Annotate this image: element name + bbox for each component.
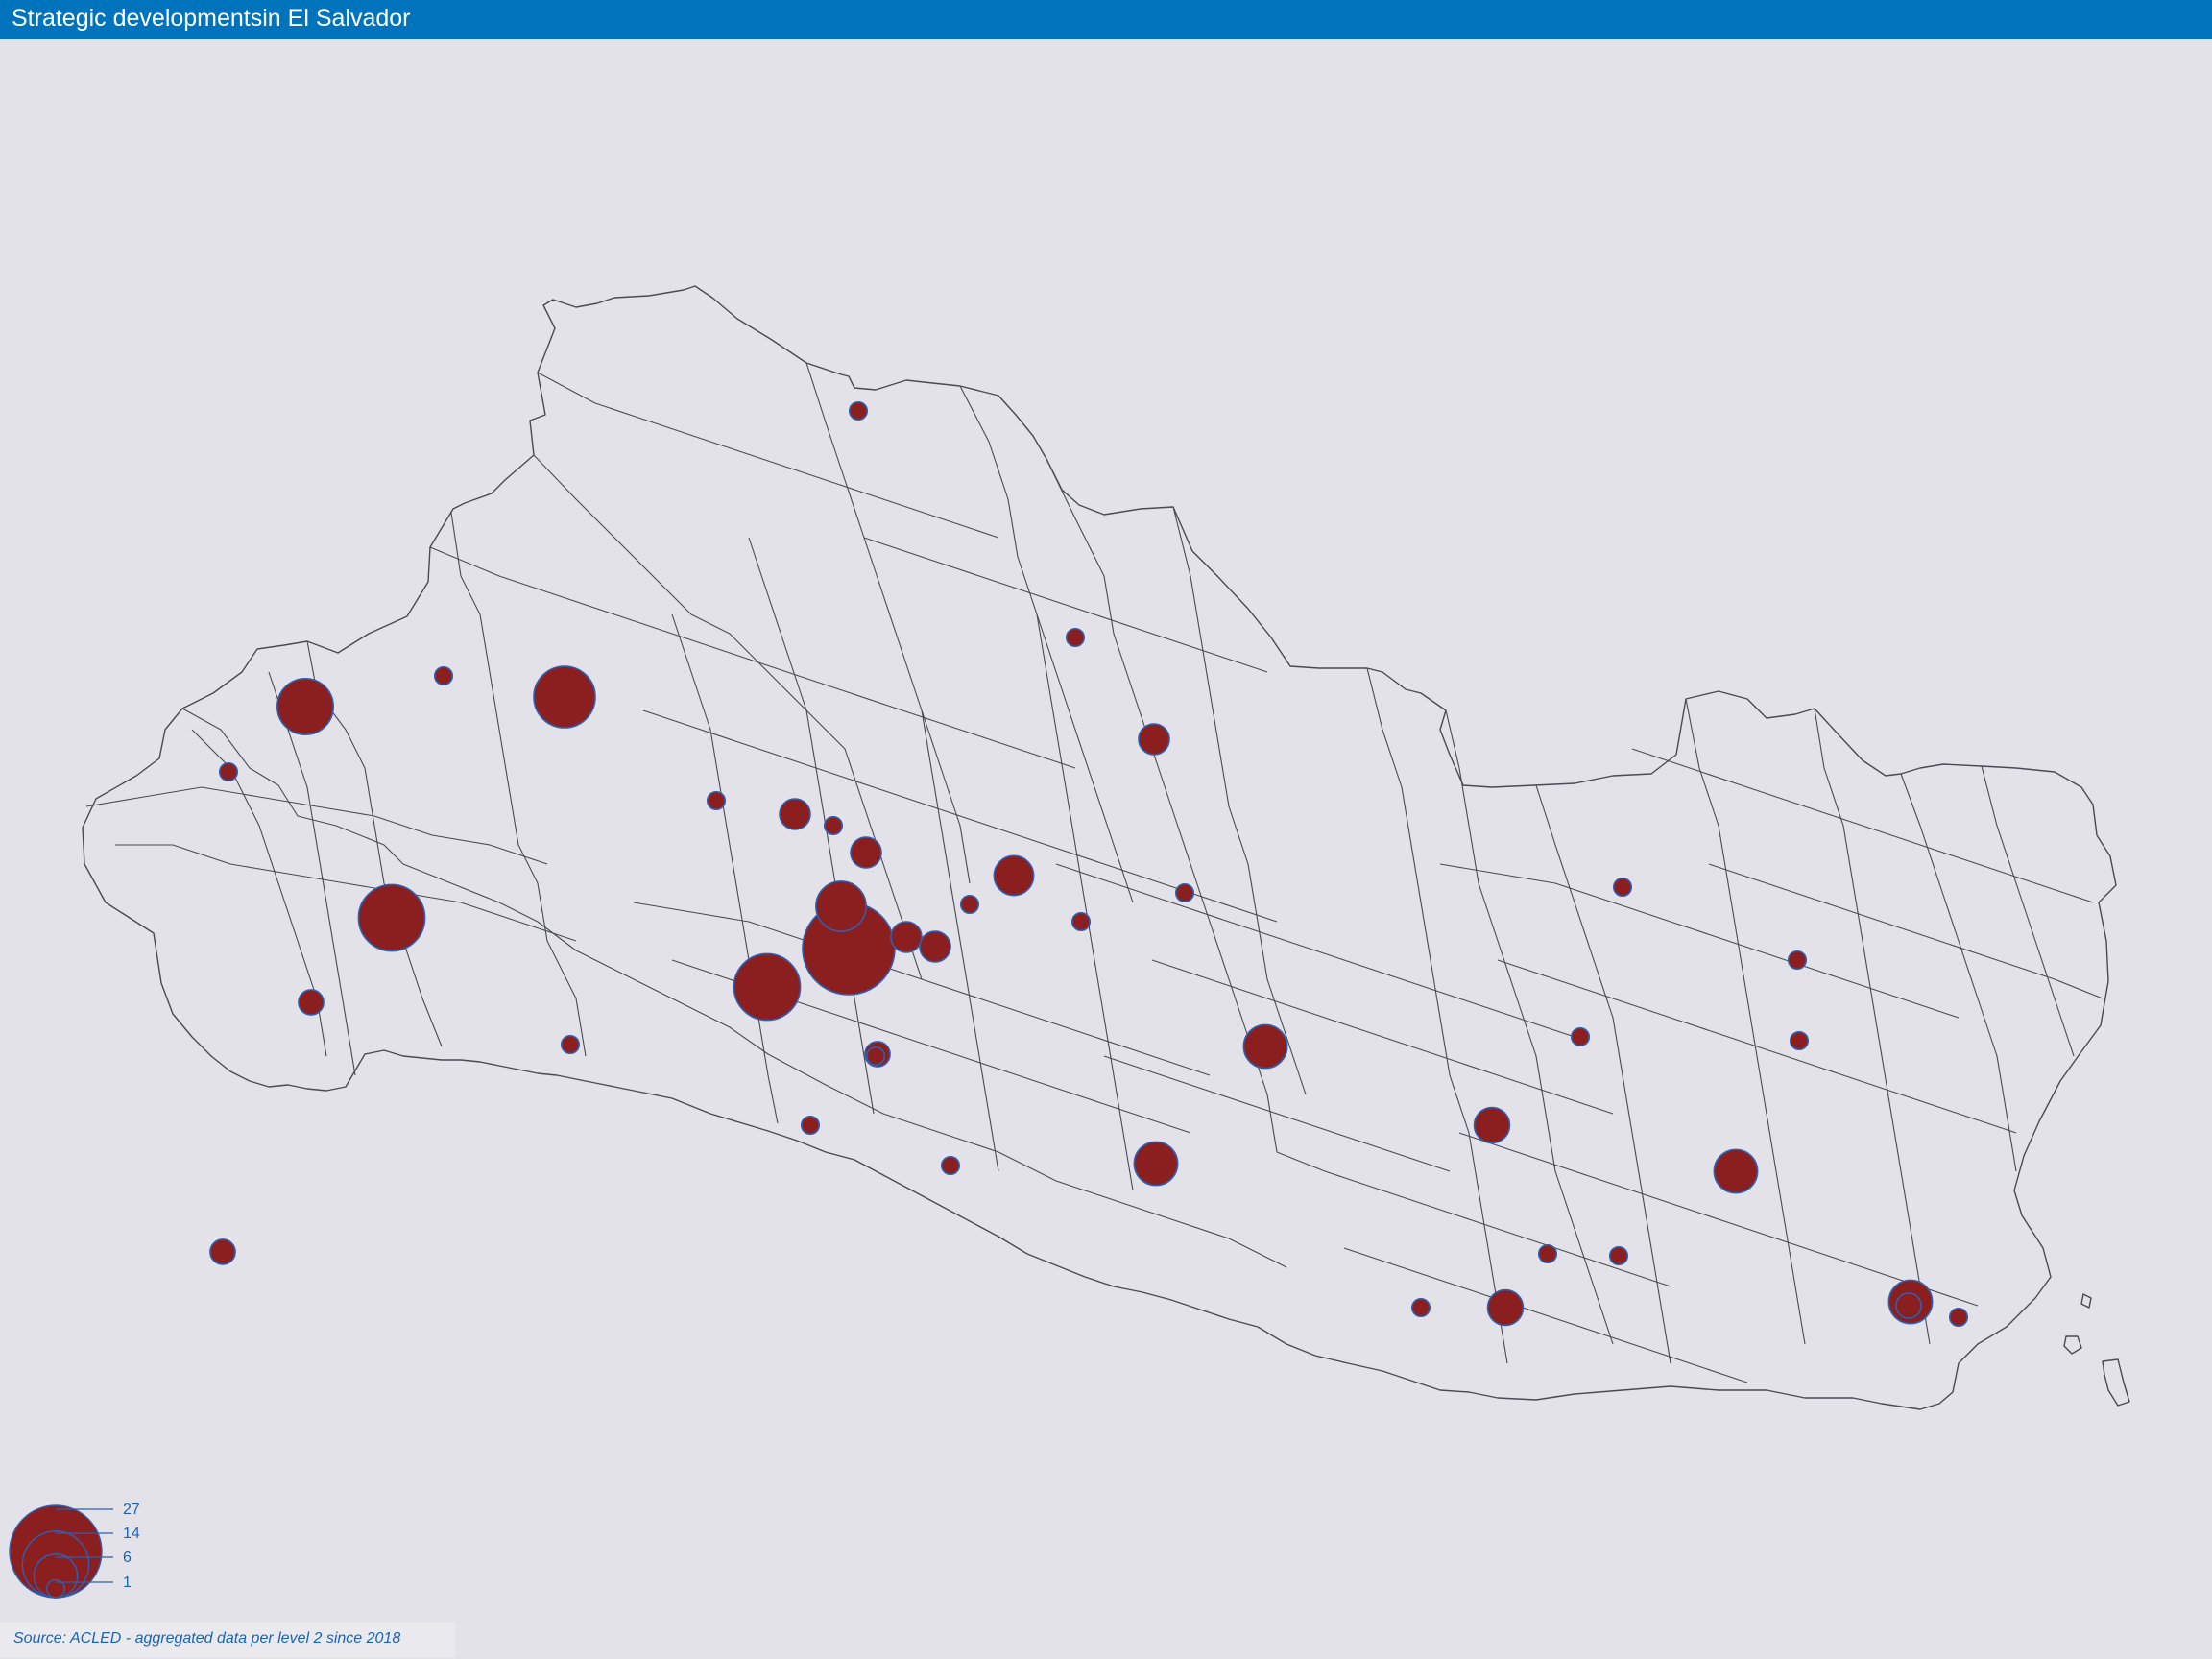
- event-bubble: [1948, 1307, 1969, 1328]
- event-bubble: [1787, 950, 1808, 971]
- island: [2080, 1293, 2092, 1309]
- event-bubble: [1895, 1292, 1922, 1319]
- event-bubble: [815, 880, 867, 932]
- legend-label: 27: [123, 1502, 140, 1518]
- event-bubble: [850, 836, 882, 869]
- event-bubble: [357, 883, 426, 952]
- legend-label: 14: [123, 1526, 140, 1542]
- event-bubble: [533, 665, 596, 729]
- event-bubble: [940, 1155, 961, 1176]
- event-bubble: [560, 1034, 581, 1055]
- island: [2102, 1358, 2130, 1407]
- event-bubble: [1070, 911, 1092, 932]
- event-bubble: [1133, 1141, 1179, 1187]
- event-bubble: [1486, 1288, 1525, 1327]
- event-bubble: [779, 798, 811, 830]
- source-note: Source: ACLED - aggregated data per leve…: [13, 1630, 401, 1647]
- event-bubble: [1789, 1030, 1810, 1051]
- legend-circle: [9, 1504, 103, 1599]
- map-canvas: 27 14 6 1: [9, 285, 2130, 1599]
- event-bubble: [1174, 882, 1195, 903]
- event-bubble: [823, 815, 844, 836]
- municipality-borders: [85, 362, 2104, 1383]
- event-bubble: [1138, 723, 1170, 756]
- event-bubble: [1410, 1297, 1431, 1318]
- event-bubbles: [209, 400, 1969, 1328]
- event-bubble: [890, 921, 923, 953]
- legend-label: 6: [123, 1550, 132, 1566]
- event-bubble: [298, 989, 325, 1016]
- event-bubble: [865, 1046, 886, 1067]
- event-bubble: [1473, 1106, 1511, 1144]
- event-bubble: [1612, 877, 1633, 898]
- event-bubble: [276, 677, 335, 736]
- event-bubble: [1570, 1026, 1591, 1047]
- event-bubble: [1537, 1243, 1558, 1264]
- event-bubble: [209, 1238, 236, 1265]
- event-bubble: [919, 930, 951, 963]
- event-bubble: [1713, 1148, 1759, 1194]
- event-bubble: [848, 400, 869, 421]
- event-bubble: [706, 790, 727, 811]
- source-box: Source: ACLED - aggregated data per leve…: [0, 1623, 455, 1657]
- event-bubble: [218, 761, 239, 782]
- event-bubble: [1608, 1245, 1629, 1266]
- legend: 27 14 6 1: [9, 1502, 140, 1599]
- event-bubble: [993, 854, 1035, 897]
- island: [2063, 1335, 2082, 1355]
- legend-label: 1: [123, 1575, 132, 1591]
- event-bubble: [733, 952, 802, 1022]
- country-outline: [82, 285, 2130, 1410]
- event-bubble: [800, 1115, 821, 1136]
- event-bubble: [1065, 627, 1086, 648]
- event-bubble: [433, 665, 454, 686]
- event-bubble: [959, 894, 980, 915]
- event-bubble: [1242, 1023, 1288, 1070]
